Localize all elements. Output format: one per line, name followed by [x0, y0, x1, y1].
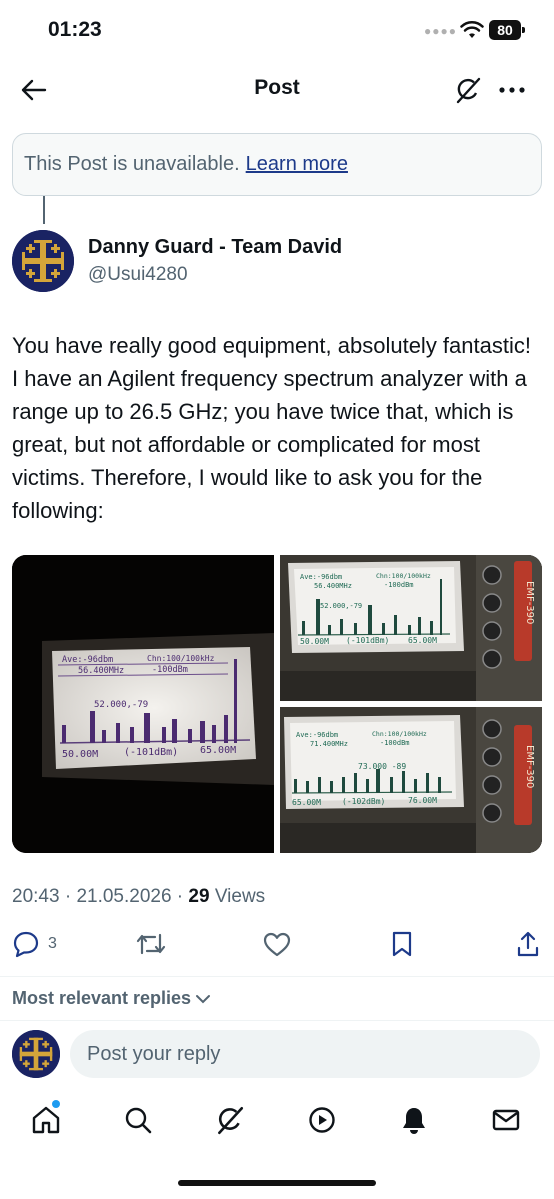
home-icon [32, 1106, 60, 1134]
mail-icon [492, 1109, 520, 1131]
repost-icon [136, 933, 166, 955]
screen-header-left: Ave:-96dbm [296, 731, 338, 739]
post-text: You have really good equipment, absolute… [12, 333, 531, 523]
screen-footer-mid: (-101dBm) [346, 636, 389, 645]
screen-frequency: 56.400MHz [78, 666, 124, 676]
post-date: 21.05.2026 [76, 886, 172, 907]
author-name[interactable]: Danny Guard - Team David [88, 236, 342, 259]
action-bar: 3 [0, 926, 554, 966]
replies-sort-label: Most relevant replies [12, 988, 192, 1008]
grok-icon [218, 1106, 244, 1135]
screen-marker: 52.000,-79 [94, 700, 148, 710]
screen-header-left: Ave:-96dbm [300, 573, 342, 581]
screen-level: -100dBm [384, 581, 414, 589]
home-indicator [178, 1180, 376, 1186]
reply-count: 3 [48, 935, 57, 952]
screen-marker: 73.000 -89 [358, 762, 406, 771]
media-image-3[interactable]: EMF-390 Ave:-96dbm Chn:100/100kHz 71.400… [280, 707, 542, 853]
divider [0, 976, 554, 977]
reply-input[interactable]: Post your reply [70, 1030, 540, 1078]
screen-footer-left: 50.00M [62, 749, 98, 760]
top-nav: Post [0, 62, 554, 118]
screen-footer-left: 65.00M [292, 798, 321, 807]
unavailable-post-notice: This Post is unavailable. Learn more [12, 133, 542, 196]
post-meta: 20:43 · 21.05.2026 · 29 Views [12, 886, 266, 907]
wifi-icon [460, 20, 484, 38]
spectrum-photo-1: Ave:-96dbm Chn:100/100kHz 56.400MHz -100… [12, 555, 274, 853]
reply-icon [13, 931, 39, 958]
screen-footer-mid: (-101dBm) [124, 747, 178, 758]
repost-button[interactable] [135, 926, 167, 962]
tab-home[interactable] [26, 1100, 66, 1140]
screen-footer-left: 50.00M [300, 637, 329, 646]
post-media: Ave:-96dbm Chn:100/100kHz 56.400MHz -100… [12, 555, 542, 853]
screen-header-right: Chn:100/100kHz [376, 572, 431, 580]
reply-placeholder: Post your reply [87, 1042, 221, 1065]
notification-dot [52, 1100, 60, 1108]
grok-icon [456, 77, 481, 104]
search-icon [125, 1107, 152, 1134]
user-avatar[interactable] [12, 1030, 60, 1078]
battery-indicator: 80 [489, 20, 525, 40]
more-icon [499, 87, 525, 93]
replies-sort-dropdown[interactable]: Most relevant replies [12, 988, 211, 1009]
screen-frequency: 56.400MHz [314, 582, 352, 590]
share-button[interactable] [516, 926, 540, 962]
jerusalem-cross-icon [12, 230, 74, 292]
divider [0, 1020, 554, 1021]
spectrum-photo-3: EMF-390 Ave:-96dbm Chn:100/100kHz 71.400… [280, 707, 542, 853]
reply-button[interactable]: 3 [12, 926, 57, 962]
avatar[interactable] [12, 230, 74, 292]
screen-header-right: Chn:100/100kHz [147, 654, 215, 663]
screen-level: -100dBm [152, 665, 188, 675]
screen-marker: 52.000,-79 [320, 602, 362, 610]
tab-search[interactable] [118, 1100, 158, 1140]
device-label: EMF-390 [524, 581, 535, 624]
screen-header-left: Ave:-96dbm [62, 655, 113, 665]
tab-messages[interactable] [486, 1100, 526, 1140]
chevron-down-icon [196, 994, 211, 1003]
post-time: 20:43 [12, 886, 60, 907]
screen-level: -100dBm [380, 739, 410, 747]
heart-icon [263, 932, 291, 957]
thread-line [43, 196, 45, 224]
screen-footer-right: 76.00M [408, 796, 437, 805]
screen-header-right: Chn:100/100kHz [372, 730, 427, 738]
tab-video[interactable] [302, 1100, 342, 1140]
status-time: 01:23 [48, 18, 102, 41]
bookmark-button[interactable] [391, 926, 413, 962]
like-button[interactable] [263, 926, 291, 962]
grok-button[interactable] [452, 74, 484, 106]
bell-icon [403, 1108, 425, 1134]
tab-notifications[interactable] [394, 1100, 434, 1140]
play-icon [309, 1107, 335, 1133]
screen-footer-right: 65.00M [408, 636, 437, 645]
tab-grok[interactable] [210, 1100, 250, 1140]
bookmark-icon [392, 931, 412, 957]
views-count: 29 [188, 886, 210, 907]
device-label: EMF-390 [524, 745, 535, 788]
screen-frequency: 71.400MHz [310, 740, 348, 748]
bottom-tab-bar [0, 1092, 554, 1152]
signal-icon: ●●●● [424, 24, 457, 38]
jerusalem-cross-icon [12, 1030, 60, 1078]
screen-footer-mid: (-102dBm) [342, 797, 385, 806]
unavailable-text: This Post is unavailable. [24, 153, 240, 175]
author-handle[interactable]: @Usui4280 [88, 264, 188, 286]
status-bar: 01:23 ●●●● 80 [0, 0, 554, 62]
more-button[interactable] [496, 74, 528, 106]
media-image-1[interactable]: Ave:-96dbm Chn:100/100kHz 56.400MHz -100… [12, 555, 274, 853]
media-image-2[interactable]: EMF-390 Ave:-96dbm Chn:100/100kHz 56.400 [280, 555, 542, 701]
screen-footer-right: 65.00M [200, 745, 236, 756]
share-icon [517, 931, 539, 957]
learn-more-link[interactable]: Learn more [246, 153, 348, 176]
spectrum-photo-2: EMF-390 Ave:-96dbm Chn:100/100kHz 56.400 [280, 555, 542, 701]
views-label: Views [214, 886, 266, 907]
